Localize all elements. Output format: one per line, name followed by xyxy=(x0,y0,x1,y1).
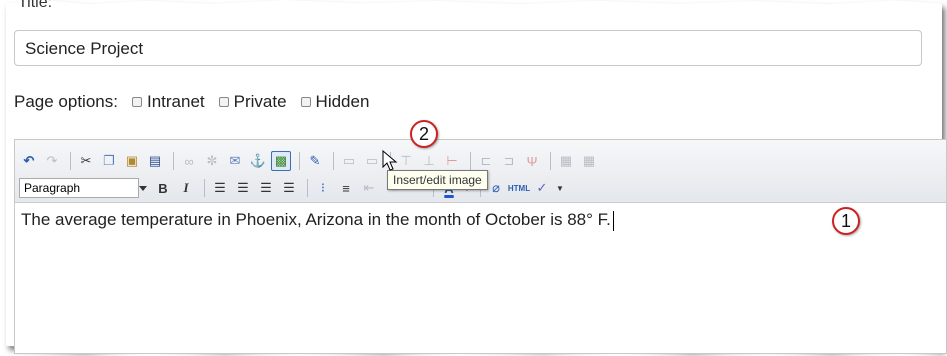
option-hidden-label: Hidden xyxy=(315,92,370,111)
option-private-label: Private xyxy=(233,92,287,111)
toolbar-row-1: ↶ ↷ ✂ ❐ ▣ ▤ ∞ ✼ ✉ ⚓ ▩ ✎ ▭ ▭ ⊤ ⊥ ⊢ ⊏ ⊐ Ψ xyxy=(19,149,602,173)
toolbar-separator xyxy=(204,179,205,197)
page-options: Page options: Intranet Private Hidden xyxy=(14,92,369,112)
paste-word-icon[interactable]: ▤ xyxy=(145,151,165,171)
private-checkbox[interactable] xyxy=(218,97,229,107)
callout-two-badge: 2 xyxy=(410,120,438,148)
copy-icon[interactable]: ❐ xyxy=(99,151,119,171)
link-icon[interactable]: ∞ xyxy=(179,151,199,171)
col-before-icon[interactable]: ⊏ xyxy=(476,151,496,171)
unlink-icon[interactable]: ✼ xyxy=(202,151,222,171)
toolbar-separator xyxy=(307,179,308,197)
align-left-icon[interactable]: ☰ xyxy=(210,178,230,198)
title-label: Title: xyxy=(18,0,53,11)
italic-icon[interactable]: I xyxy=(176,178,196,198)
table-props-icon[interactable]: ▭ xyxy=(362,151,382,171)
split-cells-icon[interactable]: ▦ xyxy=(579,151,599,171)
editor-content[interactable]: The average temperature in Phoenix, Ariz… xyxy=(21,210,614,231)
insert-image-icon[interactable]: ▩ xyxy=(271,151,291,171)
option-intranet-label: Intranet xyxy=(146,92,205,111)
intranet-checkbox[interactable] xyxy=(131,97,142,107)
merge-cells-icon[interactable]: ▦ xyxy=(556,151,576,171)
row-after-icon[interactable]: ⊥ xyxy=(419,151,439,171)
redo-icon[interactable]: ↷ xyxy=(42,151,62,171)
editor-text: The average temperature in Phoenix, Ariz… xyxy=(21,210,611,229)
delete-col-icon[interactable]: Ψ xyxy=(522,151,542,171)
align-right-icon[interactable]: ☰ xyxy=(256,178,276,198)
row-before-icon[interactable]: ⊤ xyxy=(396,151,416,171)
format-select[interactable]: Paragraph xyxy=(19,178,147,198)
bold-icon[interactable]: B xyxy=(153,178,173,198)
chevron-down-icon[interactable]: ▼ xyxy=(555,178,565,198)
remove-format-icon[interactable]: ⌀ xyxy=(486,178,506,198)
delete-row-icon[interactable]: ⊢ xyxy=(442,151,462,171)
toolbar-separator xyxy=(173,152,174,170)
paste-icon[interactable]: ▣ xyxy=(122,151,142,171)
callout-one-badge: 1 xyxy=(832,207,860,235)
align-justify-icon[interactable]: ☰ xyxy=(279,178,299,198)
option-private[interactable]: Private xyxy=(218,92,287,112)
page-options-label: Page options: xyxy=(14,92,118,111)
option-hidden[interactable]: Hidden xyxy=(300,92,370,112)
outdent-icon[interactable]: ⇤ xyxy=(359,178,379,198)
text-caret xyxy=(612,210,614,231)
anchor-icon[interactable]: ⚓ xyxy=(248,151,268,171)
html-source-icon[interactable]: HTML xyxy=(508,178,530,198)
undo-icon[interactable]: ↶ xyxy=(19,151,39,171)
option-intranet[interactable]: Intranet xyxy=(131,92,205,112)
toolbar-separator xyxy=(470,152,471,170)
bullet-list-icon[interactable]: ⁝ xyxy=(313,178,333,198)
email-link-icon[interactable]: ✉ xyxy=(225,151,245,171)
toolbar-separator xyxy=(70,152,71,170)
table-icon[interactable]: ▭ xyxy=(339,151,359,171)
spellcheck-icon[interactable]: ✓ xyxy=(532,178,552,198)
hidden-checkbox[interactable] xyxy=(300,97,311,107)
numbered-list-icon[interactable]: ≡ xyxy=(336,178,356,198)
title-input[interactable]: Science Project xyxy=(14,30,922,66)
mouse-cursor-icon xyxy=(382,150,398,171)
toolbar-separator xyxy=(550,152,551,170)
align-center-icon[interactable]: ☰ xyxy=(233,178,253,198)
col-after-icon[interactable]: ⊐ xyxy=(499,151,519,171)
insert-image-tooltip: Insert/edit image xyxy=(387,170,488,190)
toolbar-separator xyxy=(299,152,300,170)
cut-icon[interactable]: ✂ xyxy=(76,151,96,171)
edit-icon[interactable]: ✎ xyxy=(305,151,325,171)
toolbar-separator xyxy=(333,152,334,170)
